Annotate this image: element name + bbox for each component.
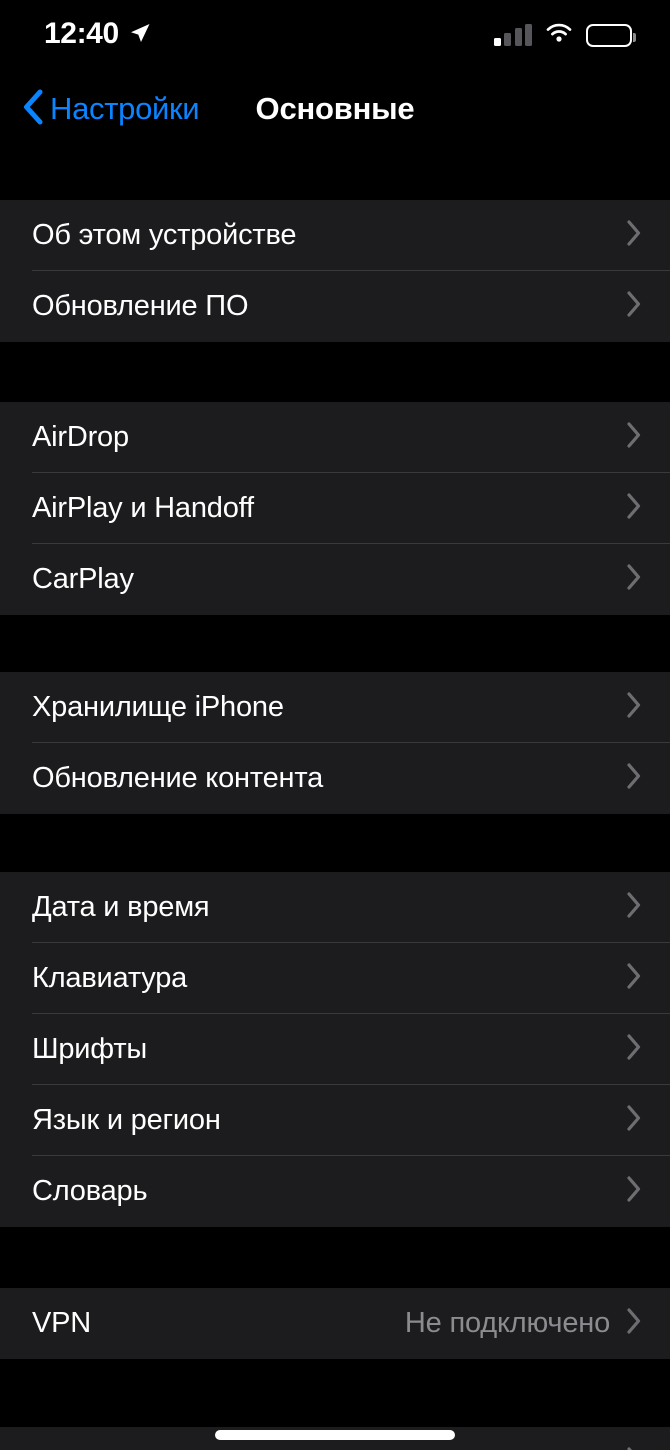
home-indicator[interactable] [215,1430,455,1440]
section-gap [0,148,670,200]
list-item-keyboard[interactable]: Клавиатура [0,943,670,1014]
section-gap [0,814,670,872]
list-item-label: VPN [32,1307,92,1339]
chevron-right-icon [626,1104,642,1137]
list-item-software-update[interactable]: Обновление ПО [0,271,670,342]
status-bar: 12:40 [0,0,670,70]
section-gap [0,1227,670,1288]
list-item-about[interactable]: Об этом устройстве [0,200,670,271]
list-item-label: Шрифты [32,1033,148,1065]
chevron-right-icon [626,1033,642,1066]
list-item-label: Язык и регион [32,1104,221,1136]
location-arrow-icon [128,21,152,50]
chevron-right-icon [626,1307,642,1340]
page-title: Основные [255,91,415,126]
list-item-label: Дата и время [32,891,210,923]
chevron-right-icon [626,891,642,924]
list-item-label: Обновление ПО [32,290,249,322]
list-item-label: Клавиатура [32,962,188,994]
status-bar-right [493,22,636,49]
vpn-status-value: Не подключено [404,1307,610,1339]
chevron-right-icon [626,492,642,525]
section-storage: Хранилище iPhone Обновление контента [0,672,670,814]
chevron-right-icon [626,691,642,724]
list-item-label: Об этом устройстве [32,219,297,251]
list-item-language-region[interactable]: Язык и регион [0,1085,670,1156]
list-item-label: AirDrop [32,421,129,453]
list-item-label: Хранилище iPhone [32,691,284,723]
battery-icon [586,23,636,47]
chevron-right-icon [626,1446,642,1450]
list-item-vpn[interactable]: VPN Не подключено [0,1288,670,1359]
list-item-date-time[interactable]: Дата и время [0,872,670,943]
chevron-right-icon [626,421,642,454]
list-item-label: Обновление контента [32,762,324,794]
chevron-right-icon [626,219,642,252]
list-item-label: AirPlay и Handoff [32,492,254,524]
list-item-airplay-handoff[interactable]: AirPlay и Handoff [0,473,670,544]
settings-general-screen: 12:40 Настройки Основные Об этом устройс… [0,0,670,1450]
section-sharing: AirDrop AirPlay и Handoff CarPlay [0,402,670,615]
list-item-fonts[interactable]: Шрифты [0,1014,670,1085]
section-localization: Дата и время Клавиатура Шрифты Язык и ре… [0,872,670,1227]
list-item-dictionary[interactable]: Словарь [0,1156,670,1227]
navigation-bar: Настройки Основные [0,70,670,148]
status-bar-left: 12:40 [44,17,152,50]
chevron-right-icon [626,563,642,596]
wifi-icon [544,22,574,49]
section-gap [0,615,670,672]
list-item-label: CarPlay [32,563,134,595]
list-item-airdrop[interactable]: AirDrop [0,402,670,473]
section-device: Об этом устройстве Обновление ПО [0,200,670,342]
chevron-right-icon [626,290,642,323]
status-bar-clock: 12:40 [44,17,119,50]
list-item-label: Правовая информация [32,1446,626,1450]
section-gap [0,342,670,402]
chevron-right-icon [626,1175,642,1208]
chevron-right-icon [626,962,642,995]
cellular-signal-icon [493,24,532,46]
list-item-label: Словарь [32,1175,148,1207]
section-gap [0,1359,670,1427]
section-vpn: VPN Не подключено [0,1288,670,1359]
settings-list: Об этом устройстве Обновление ПО AirDrop [0,148,670,1450]
list-item-carplay[interactable]: CarPlay [0,544,670,615]
list-item-iphone-storage[interactable]: Хранилище iPhone [0,672,670,743]
list-item-background-refresh[interactable]: Обновление контента [0,743,670,814]
chevron-right-icon [626,762,642,795]
